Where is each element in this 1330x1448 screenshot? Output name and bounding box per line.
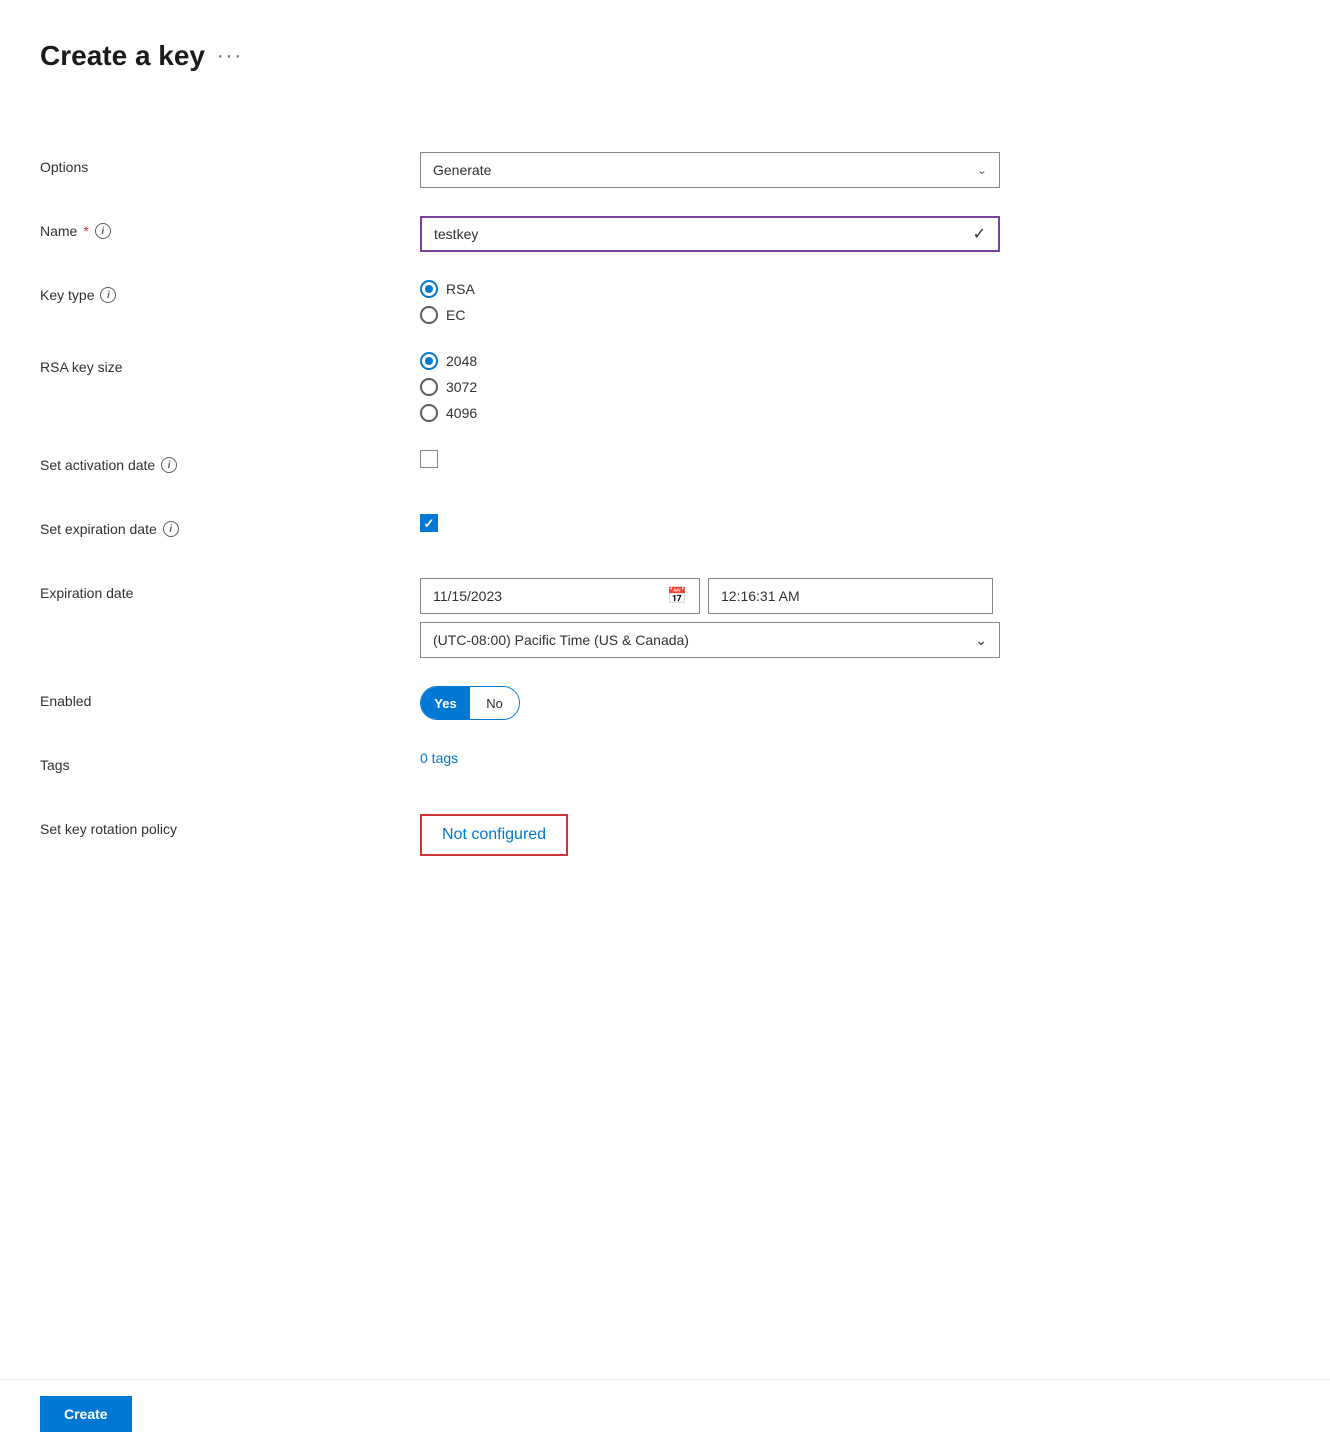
expiration-date-time-row: 📅 (420, 578, 1140, 614)
tags-control: 0 tags (420, 750, 1140, 766)
activation-date-control (420, 450, 1140, 468)
name-control: ✓ (420, 216, 1140, 252)
name-input-wrapper: ✓ (420, 216, 1000, 252)
key-type-info-icon[interactable]: i (100, 287, 116, 303)
key-type-radio-group: RSA EC (420, 280, 1140, 324)
expiration-time-input-wrapper (708, 578, 993, 614)
page-header: Create a key ··· (40, 20, 1290, 112)
tags-label: Tags (40, 750, 420, 773)
name-checkmark-icon: ✓ (973, 224, 986, 244)
activation-date-info-icon[interactable]: i (161, 457, 177, 473)
chevron-down-icon: ⌄ (977, 163, 987, 177)
name-info-icon[interactable]: i (95, 223, 111, 239)
toggle-no-option[interactable]: No (470, 687, 519, 719)
tags-link[interactable]: 0 tags (420, 750, 458, 766)
calendar-icon[interactable]: 📅 (667, 586, 687, 606)
required-indicator: * (83, 223, 88, 239)
key-type-rsa-option[interactable]: RSA (420, 280, 1140, 298)
create-button[interactable]: Create (40, 1396, 132, 1432)
enabled-toggle-track[interactable]: Yes No (420, 686, 520, 720)
rsa-key-size-row: RSA key size 2048 3072 4096 (40, 352, 1140, 422)
rsa-size-4096-option[interactable]: 4096 (420, 404, 1140, 422)
expiration-date-label: Expiration date (40, 578, 420, 601)
rsa-key-size-control: 2048 3072 4096 (420, 352, 1140, 422)
rsa-size-3072-option[interactable]: 3072 (420, 378, 1140, 396)
expiration-date-toggle-row: Set expiration date i (40, 514, 1140, 550)
rsa-size-2048-label: 2048 (446, 353, 477, 369)
name-row: Name * i ✓ (40, 216, 1140, 252)
enabled-toggle[interactable]: Yes No (420, 686, 1140, 720)
not-configured-button[interactable]: Not configured (420, 814, 568, 856)
page-footer: Create (0, 1379, 1330, 1448)
timezone-dropdown[interactable]: (UTC-08:00) Pacific Time (US & Canada) ⌄ (420, 622, 1000, 658)
expiration-date-info-icon[interactable]: i (163, 521, 179, 537)
key-type-ec-option[interactable]: EC (420, 306, 1140, 324)
options-row: Options Generate ⌄ (40, 152, 1140, 188)
key-type-label: Key type i (40, 280, 420, 303)
expiration-date-toggle-label: Set expiration date i (40, 514, 420, 537)
expiration-date-toggle-control (420, 514, 1140, 532)
expiration-date-checkbox[interactable] (420, 514, 438, 532)
rotation-policy-label: Set key rotation policy (40, 814, 420, 837)
page-title: Create a key (40, 40, 205, 72)
key-type-row: Key type i RSA EC (40, 280, 1140, 324)
activation-date-checkbox[interactable] (420, 450, 438, 468)
expiration-date-row: Expiration date 📅 (UTC-08:00) Pacif (40, 578, 1140, 658)
toggle-yes-option[interactable]: Yes (421, 687, 470, 719)
rotation-policy-row: Set key rotation policy Not configured (40, 814, 1140, 856)
name-input[interactable] (434, 226, 973, 242)
key-type-ec-radio[interactable] (420, 306, 438, 324)
rotation-policy-control: Not configured (420, 814, 1140, 856)
options-dropdown[interactable]: Generate ⌄ (420, 152, 1000, 188)
rsa-size-2048-option[interactable]: 2048 (420, 352, 1140, 370)
enabled-label: Enabled (40, 686, 420, 709)
key-type-rsa-radio[interactable] (420, 280, 438, 298)
name-label: Name * i (40, 216, 420, 239)
activation-date-row: Set activation date i (40, 450, 1140, 486)
options-control: Generate ⌄ (420, 152, 1140, 188)
rsa-size-4096-radio[interactable] (420, 404, 438, 422)
key-type-rsa-label: RSA (446, 281, 475, 297)
expiration-date-input[interactable] (433, 588, 659, 604)
rsa-size-3072-radio[interactable] (420, 378, 438, 396)
rsa-size-4096-label: 4096 (446, 405, 477, 421)
expiration-date-group: 📅 (UTC-08:00) Pacific Time (US & Canada)… (420, 578, 1140, 658)
expiration-time-input[interactable] (721, 588, 980, 604)
more-options-icon[interactable]: ··· (217, 45, 243, 68)
expiration-date-control: 📅 (UTC-08:00) Pacific Time (US & Canada)… (420, 578, 1140, 658)
rsa-key-size-radio-group: 2048 3072 4096 (420, 352, 1140, 422)
key-type-control: RSA EC (420, 280, 1140, 324)
key-type-ec-label: EC (446, 307, 465, 323)
expiration-date-input-wrapper: 📅 (420, 578, 700, 614)
timezone-chevron-icon: ⌄ (975, 632, 987, 649)
enabled-row: Enabled Yes No (40, 686, 1140, 722)
activation-date-label: Set activation date i (40, 450, 420, 473)
options-label: Options (40, 152, 420, 175)
tags-row: Tags 0 tags (40, 750, 1140, 786)
not-configured-text: Not configured (442, 826, 546, 843)
rsa-size-2048-radio[interactable] (420, 352, 438, 370)
rsa-size-3072-label: 3072 (446, 379, 477, 395)
enabled-control: Yes No (420, 686, 1140, 720)
rsa-key-size-label: RSA key size (40, 352, 420, 375)
create-key-form: Options Generate ⌄ Name * i ✓ (40, 152, 1140, 856)
